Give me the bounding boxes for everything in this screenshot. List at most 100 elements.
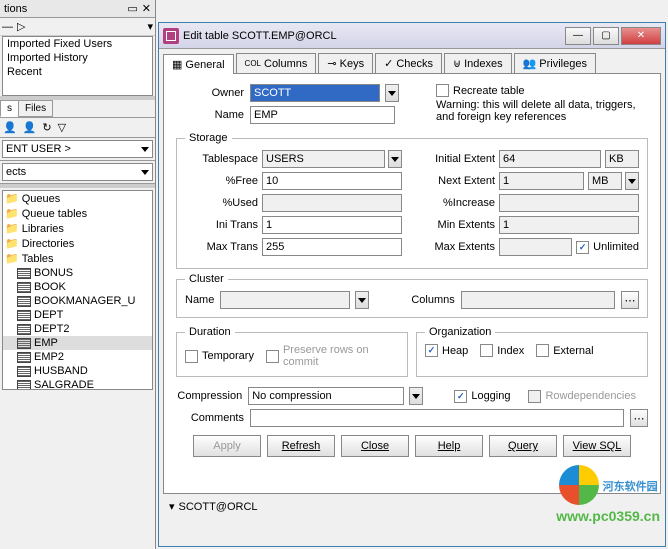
user-combo[interactable]: ENT USER > bbox=[2, 140, 153, 158]
compression-label: Compression bbox=[176, 390, 242, 402]
temporary-label: Temporary bbox=[202, 350, 254, 362]
chevron-down-icon bbox=[628, 179, 636, 184]
tab-general[interactable]: ▦General bbox=[163, 54, 234, 74]
close-icon[interactable]: ✕ bbox=[142, 2, 151, 15]
person-add-icon[interactable]: 👤 bbox=[3, 121, 17, 134]
person-remove-icon[interactable]: 👤 bbox=[23, 121, 37, 134]
owner-input[interactable]: SCOTT bbox=[250, 84, 380, 102]
preserve-checkbox[interactable] bbox=[266, 350, 279, 363]
right-icon[interactable]: ▷ bbox=[17, 20, 25, 33]
temporary-checkbox[interactable] bbox=[185, 350, 198, 363]
comments-input[interactable] bbox=[250, 409, 624, 427]
chevron-down-icon bbox=[141, 147, 149, 152]
titlebar[interactable]: Edit table SCOTT.EMP@ORCL — ▢ ✕ bbox=[159, 23, 665, 49]
tree-table[interactable]: HUSBAND bbox=[3, 364, 152, 378]
tab-s[interactable]: s bbox=[0, 100, 19, 117]
button-row: Apply Refresh Close Help Query View SQL bbox=[176, 435, 648, 457]
tree-table[interactable]: BOOK bbox=[3, 280, 152, 294]
table-icon bbox=[17, 324, 31, 335]
history-list[interactable]: Imported Fixed Users Imported History Re… bbox=[2, 36, 153, 96]
unlimited-checkbox[interactable] bbox=[576, 241, 589, 254]
pctincrease-input[interactable] bbox=[499, 194, 639, 212]
pctfree-input[interactable]: 10 bbox=[262, 172, 402, 190]
filter-icon[interactable]: ▽ bbox=[58, 121, 66, 134]
columns-icon: COL bbox=[245, 59, 261, 68]
chevron-down-icon: ▾ bbox=[169, 500, 175, 513]
cluster-cols-label: Columns bbox=[411, 294, 454, 306]
app-icon bbox=[163, 28, 179, 44]
tree-table[interactable]: BONUS bbox=[3, 266, 152, 280]
tree-group[interactable]: 📁Queue tables bbox=[3, 206, 152, 221]
tablespace-input[interactable]: USERS bbox=[262, 150, 385, 168]
nextextent-input[interactable]: 1 bbox=[499, 172, 584, 190]
logging-checkbox[interactable] bbox=[454, 390, 467, 403]
org-legend: Organization bbox=[425, 326, 495, 338]
initextent-input[interactable]: 64 bbox=[499, 150, 601, 168]
cluster-cols-browse[interactable]: ⋯ bbox=[621, 291, 639, 309]
tree-group[interactable]: 📁Directories bbox=[3, 236, 152, 251]
initrans-input[interactable]: 1 bbox=[262, 216, 402, 234]
index-checkbox[interactable] bbox=[480, 344, 493, 357]
table-icon bbox=[17, 338, 31, 349]
compression-dropdown[interactable] bbox=[409, 387, 423, 405]
cluster-name-dropdown[interactable] bbox=[355, 291, 369, 309]
list-item[interactable]: Imported History bbox=[3, 51, 152, 65]
folder-icon: 📁 bbox=[5, 222, 19, 235]
maximize-button[interactable]: ▢ bbox=[593, 27, 619, 45]
owner-dropdown[interactable] bbox=[385, 84, 399, 102]
funnel-icon[interactable]: ▾ bbox=[147, 20, 153, 33]
nextextent-unit-dropdown[interactable] bbox=[625, 172, 639, 190]
table-icon bbox=[17, 310, 31, 321]
query-button[interactable]: Query bbox=[489, 435, 557, 457]
maxextents-label: Max Extents bbox=[422, 241, 495, 253]
tree-table[interactable]: SALGRADE bbox=[3, 378, 152, 390]
tab-checks[interactable]: ✓Checks bbox=[375, 53, 442, 73]
list-item[interactable]: Imported Fixed Users bbox=[3, 37, 152, 51]
tree-group[interactable]: 📁Queues bbox=[3, 191, 152, 206]
tablespace-dropdown[interactable] bbox=[388, 150, 402, 168]
cluster-name-input[interactable] bbox=[220, 291, 350, 309]
name-input[interactable]: EMP bbox=[250, 106, 395, 124]
cluster-name-label: Name bbox=[185, 294, 214, 306]
refresh-button[interactable]: Refresh bbox=[267, 435, 335, 457]
external-checkbox[interactable] bbox=[536, 344, 549, 357]
close-button[interactable]: Close bbox=[341, 435, 409, 457]
tab-columns[interactable]: COLColumns bbox=[236, 53, 317, 73]
tree-table[interactable]: EMP2 bbox=[3, 350, 152, 364]
tree-group[interactable]: 📁Tables bbox=[3, 251, 152, 266]
tab-keys[interactable]: ⊸Keys bbox=[318, 53, 373, 73]
initextent-label: Initial Extent bbox=[422, 153, 495, 165]
cluster-cols-input[interactable] bbox=[461, 291, 615, 309]
nextextent-unit[interactable]: MB bbox=[588, 172, 622, 190]
recreate-checkbox[interactable] bbox=[436, 84, 449, 97]
connection-bar[interactable]: ▾ SCOTT@ORCL bbox=[163, 498, 661, 515]
list-item[interactable]: Recent bbox=[3, 65, 152, 79]
maxtrans-input[interactable]: 255 bbox=[262, 238, 402, 256]
tree-table-emp[interactable]: EMP bbox=[3, 336, 152, 350]
viewsql-button[interactable]: View SQL bbox=[563, 435, 631, 457]
tree-table[interactable]: BOOKMANAGER_U bbox=[3, 294, 152, 308]
help-button[interactable]: Help bbox=[415, 435, 483, 457]
objects-combo[interactable]: ects bbox=[2, 163, 153, 181]
pctused-input[interactable] bbox=[262, 194, 402, 212]
minus-icon[interactable]: — bbox=[2, 21, 13, 33]
minimize-button[interactable]: — bbox=[565, 27, 591, 45]
tab-indexes[interactable]: ⊎Indexes bbox=[444, 53, 512, 73]
minextents-input[interactable]: 1 bbox=[499, 216, 639, 234]
tree-table[interactable]: DEPT bbox=[3, 308, 152, 322]
compression-input[interactable]: No compression bbox=[248, 387, 404, 405]
apply-button[interactable]: Apply bbox=[193, 435, 261, 457]
object-tree[interactable]: 📁Queues 📁Queue tables 📁Libraries 📁Direct… bbox=[2, 190, 153, 390]
tab-privileges[interactable]: 👥Privileges bbox=[514, 53, 596, 73]
tab-files[interactable]: Files bbox=[18, 100, 53, 117]
tree-table[interactable]: DEPT2 bbox=[3, 322, 152, 336]
window-icon[interactable]: ▭ bbox=[127, 2, 137, 15]
refresh-icon[interactable]: ↻ bbox=[42, 121, 51, 134]
heap-checkbox[interactable] bbox=[425, 344, 438, 357]
tree-group[interactable]: 📁Libraries bbox=[3, 221, 152, 236]
maxextents-input[interactable] bbox=[499, 238, 572, 256]
close-button[interactable]: ✕ bbox=[621, 27, 661, 45]
pctincrease-label: %Increase bbox=[422, 197, 495, 209]
chevron-down-icon bbox=[388, 91, 396, 96]
comments-browse[interactable]: ⋯ bbox=[630, 409, 648, 427]
